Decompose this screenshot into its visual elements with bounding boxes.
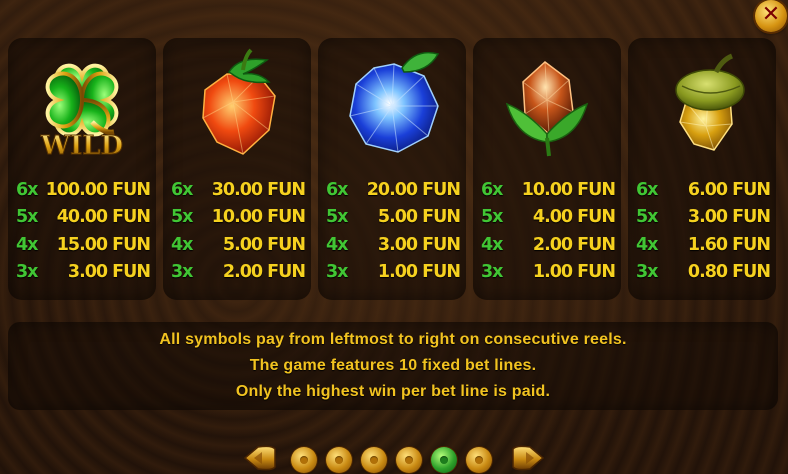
- payout-row: 6x 30.00 FUN: [171, 176, 309, 204]
- close-icon: ✕: [761, 2, 781, 27]
- paytable-screen: WILD 6x 100.00 FUN 5x 40.00 FUN 4x 15.00 FU…: [0, 0, 788, 474]
- payout-list: 6x 20.00 FUN 5x 5.00 FUN 4x 3.00 FUN 3x 1.00…: [326, 176, 464, 286]
- symbol-card-acorn: 6x 6.00 FUN 5x 3.00 FUN 4x 1.60 FUN 3x 0.80 …: [628, 38, 776, 300]
- payout-amount: 1.60 FUN: [687, 234, 771, 255]
- symbol-count: 6x: [16, 179, 38, 200]
- payout-amount: 20.00 FUN: [366, 179, 461, 200]
- payout-row: 4x 1.60 FUN: [636, 231, 774, 259]
- page-dot[interactable]: [466, 447, 492, 473]
- payout-row: 5x 4.00 FUN: [481, 204, 619, 232]
- close-button[interactable]: ✕: [755, 0, 787, 32]
- payout-row: 6x 10.00 FUN: [481, 176, 619, 204]
- symbol-card-amber-bud: 6x 10.00 FUN 5x 4.00 FUN 4x 2.00 FUN 3x 1.00…: [473, 38, 621, 300]
- payout-row: 6x 20.00 FUN: [326, 176, 464, 204]
- payout-row: 3x 1.00 FUN: [481, 259, 619, 287]
- rules-panel: All symbols pay from leftmost to right o…: [8, 322, 778, 410]
- symbol-count: 6x: [636, 179, 658, 200]
- payout-list: 6x 6.00 FUN 5x 3.00 FUN 4x 1.60 FUN 3x 0.80 …: [636, 176, 774, 286]
- symbol-count: 5x: [326, 207, 348, 228]
- rules-text: Only the highest win per bet line is pai…: [235, 383, 551, 400]
- payout-amount: 15.00 FUN: [56, 234, 151, 255]
- payout-row: 3x 2.00 FUN: [171, 259, 309, 287]
- symbol-count: 4x: [16, 234, 38, 255]
- symbol-count: 6x: [481, 179, 503, 200]
- clover-wild-icon: WILD: [39, 63, 124, 162]
- payout-row: 3x 3.00 FUN: [16, 259, 154, 287]
- page-dot[interactable]: [396, 447, 422, 473]
- payout-list: 6x 10.00 FUN 5x 4.00 FUN 4x 2.00 FUN 3x 1.00…: [481, 176, 619, 286]
- symbol-count: 6x: [171, 179, 193, 200]
- symbol-count: 4x: [171, 234, 193, 255]
- symbol-count: 5x: [171, 207, 193, 228]
- page-dot[interactable]: [291, 447, 317, 473]
- page-indicator: [291, 447, 492, 473]
- symbol-count: 6x: [326, 179, 348, 200]
- previous-page-button[interactable]: [242, 443, 278, 473]
- payout-amount: 1.00 FUN: [377, 262, 461, 283]
- payout-row: 4x 2.00 FUN: [481, 231, 619, 259]
- acorn-gem-icon: [675, 53, 745, 151]
- rules-text: All symbols pay from leftmost to right o…: [159, 331, 627, 348]
- payout-row: 6x 6.00 FUN: [636, 176, 774, 204]
- arrow-left-icon: [243, 445, 276, 471]
- amber-bud-gem-icon: [505, 61, 589, 157]
- payout-row: 5x 10.00 FUN: [171, 204, 309, 232]
- payout-row: 4x 3.00 FUN: [326, 231, 464, 259]
- symbol-count: 5x: [16, 207, 38, 228]
- symbol-count: 5x: [481, 207, 503, 228]
- symbol-count: 3x: [636, 262, 658, 283]
- payout-row: 4x 5.00 FUN: [171, 231, 309, 259]
- symbol-count: 4x: [326, 234, 348, 255]
- payout-amount: 3.00 FUN: [687, 207, 771, 228]
- arrow-right-icon: [512, 445, 545, 471]
- payout-row: 4x 15.00 FUN: [16, 231, 154, 259]
- payout-amount: 2.00 FUN: [222, 262, 306, 283]
- symbol-card-strawberry: 6x 30.00 FUN 5x 10.00 FUN 4x 5.00 FUN 3x 2.0…: [163, 38, 311, 300]
- payout-amount: 0.80 FUN: [687, 262, 771, 283]
- payout-amount: 4.00 FUN: [532, 207, 616, 228]
- symbol-count: 3x: [326, 262, 348, 283]
- symbol-count: 3x: [171, 262, 193, 283]
- payout-list: 6x 100.00 FUN 5x 40.00 FUN 4x 15.00 FUN 3x 3…: [16, 176, 154, 286]
- symbol-card-wild: WILD 6x 100.00 FUN 5x 40.00 FUN 4x 15.00 FU…: [8, 38, 156, 300]
- next-page-button[interactable]: [510, 443, 546, 473]
- page-dot[interactable]: [326, 447, 352, 473]
- symbol-count: 5x: [636, 207, 658, 228]
- payout-amount: 100.00 FUN: [45, 179, 151, 200]
- symbol-count: 4x: [636, 234, 658, 255]
- payout-row: 6x 100.00 FUN: [16, 176, 154, 204]
- svg-text:WILD: WILD: [40, 131, 123, 161]
- payout-row: 5x 5.00 FUN: [326, 204, 464, 232]
- symbol-card-blueberry: 6x 20.00 FUN 5x 5.00 FUN 4x 3.00 FUN 3x 1.00…: [318, 38, 466, 300]
- payout-row: 3x 1.00 FUN: [326, 259, 464, 287]
- payout-amount: 30.00 FUN: [211, 179, 306, 200]
- payout-amount: 2.00 FUN: [532, 234, 616, 255]
- symbol-count: 4x: [481, 234, 503, 255]
- payout-list: 6x 30.00 FUN 5x 10.00 FUN 4x 5.00 FUN 3x 2.0…: [171, 176, 309, 286]
- blueberry-gem-icon: [349, 51, 440, 153]
- rules-text: The game features 10 fixed bet lines.: [249, 357, 537, 374]
- symbol-count: 3x: [481, 262, 503, 283]
- payout-amount: 3.00 FUN: [377, 234, 461, 255]
- payout-row: 5x 3.00 FUN: [636, 204, 774, 232]
- payout-row: 5x 40.00 FUN: [16, 204, 154, 232]
- strawberry-gem-icon: [202, 48, 276, 155]
- symbol-count: 3x: [16, 262, 38, 283]
- payout-amount: 1.00 FUN: [532, 262, 616, 283]
- payout-amount: 40.00 FUN: [56, 207, 151, 228]
- page-dot[interactable]: [361, 447, 387, 473]
- payout-amount: 10.00 FUN: [211, 207, 306, 228]
- payout-amount: 10.00 FUN: [521, 179, 616, 200]
- payout-amount: 3.00 FUN: [67, 262, 151, 283]
- page-dot-active[interactable]: [431, 447, 457, 473]
- payout-row: 3x 0.80 FUN: [636, 259, 774, 287]
- payout-amount: 5.00 FUN: [377, 207, 461, 228]
- payout-amount: 5.00 FUN: [222, 234, 306, 255]
- payout-amount: 6.00 FUN: [687, 179, 771, 200]
